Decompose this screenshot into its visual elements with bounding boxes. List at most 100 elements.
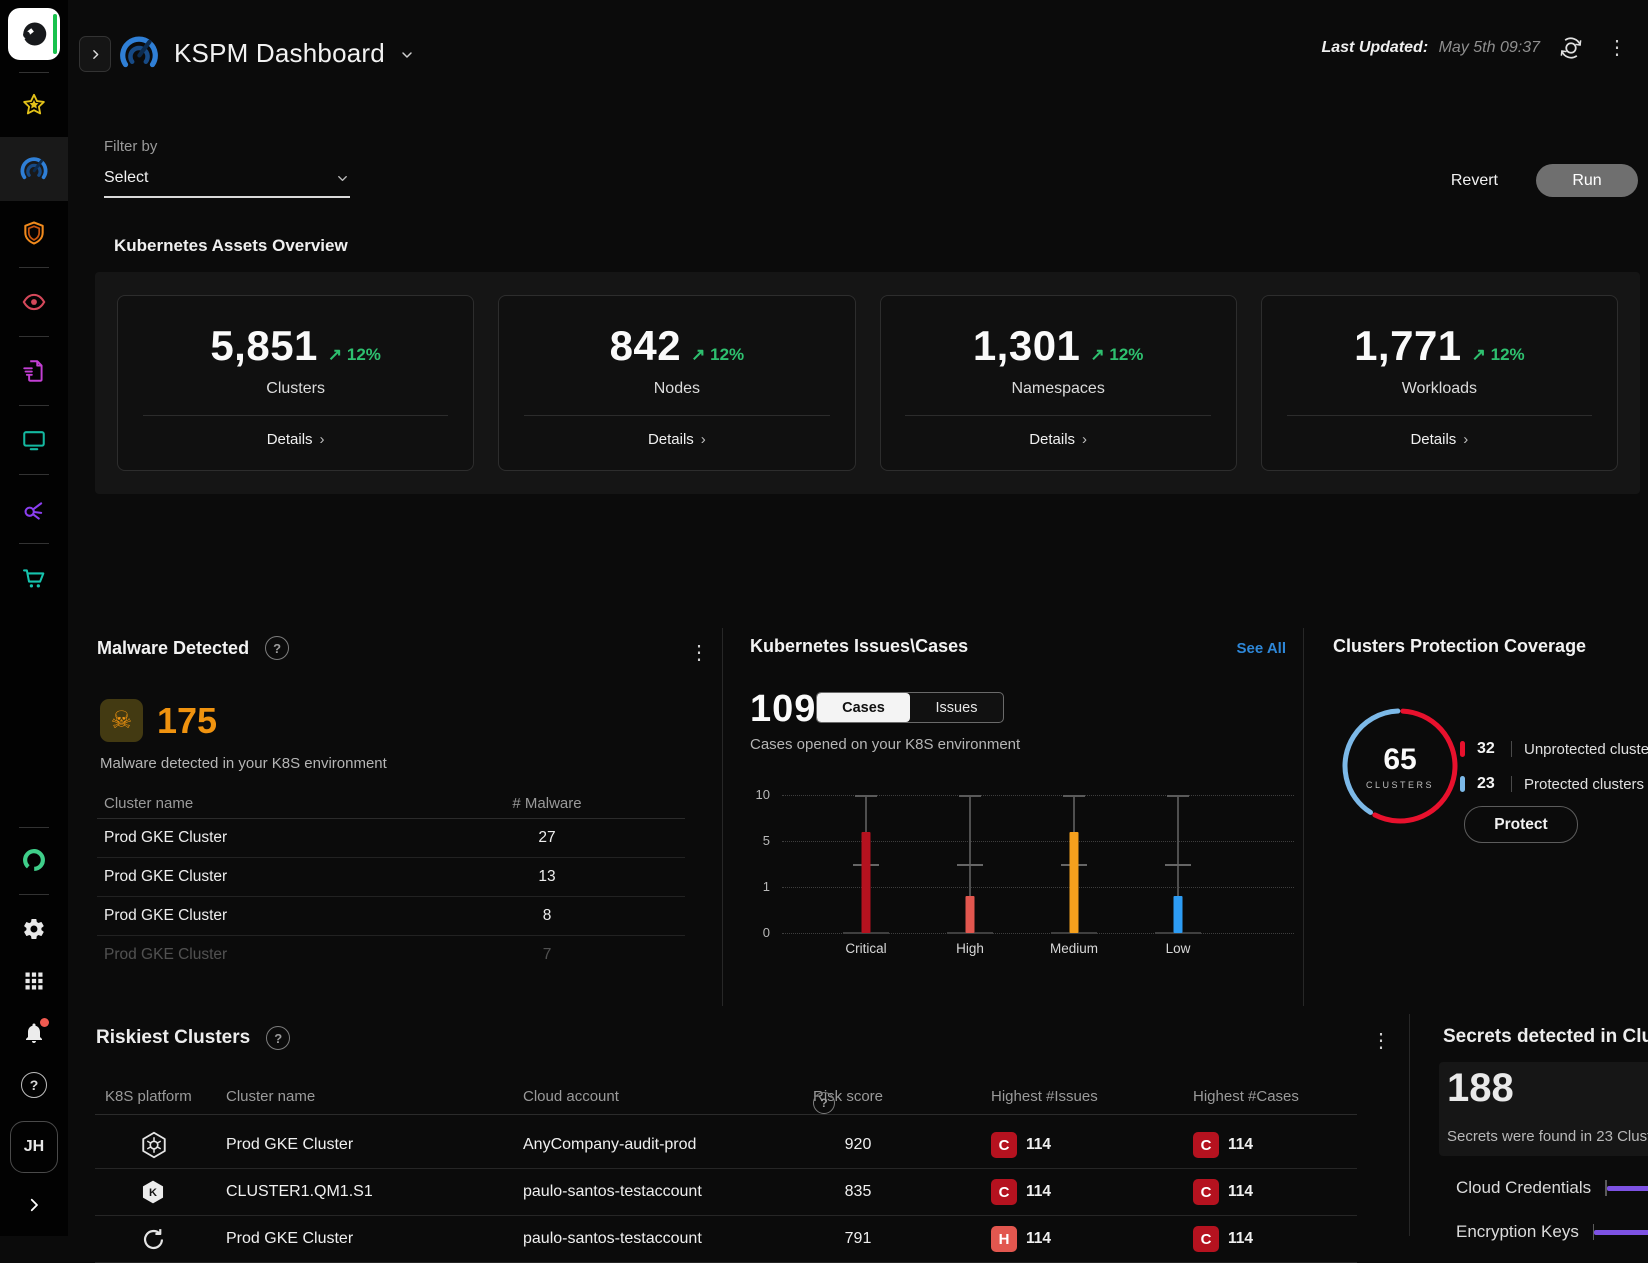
x-axis-label: Medium — [1050, 941, 1098, 956]
severity-bar-low[interactable] — [1174, 896, 1183, 933]
revert-button[interactable]: Revert — [1451, 172, 1498, 190]
platform-openshift-icon — [139, 1216, 168, 1262]
tab-issues[interactable]: Issues — [910, 693, 1003, 722]
brand-mark-icon — [18, 18, 50, 50]
sidebar-item-marketplace[interactable] — [11, 557, 57, 599]
riskiest-table-row[interactable]: Prod GKE Clusterpaulo-santos-testaccount… — [95, 1216, 1357, 1263]
dashboard-breadcrumb[interactable]: KSPM Dashboard — [118, 30, 415, 76]
severity-chart: 01510CriticalHighMediumLow — [782, 795, 1294, 933]
panel-collapse-button[interactable] — [79, 36, 111, 72]
malware-menu-button[interactable] — [684, 638, 714, 668]
column-header-6: Highest #Cases — [1193, 1088, 1299, 1105]
malware-table-row[interactable]: Prod GKE Cluster7 — [97, 936, 685, 974]
severity-bar-critical[interactable] — [862, 832, 871, 933]
sidebar-divider — [19, 827, 49, 828]
y-axis-tick: 1 — [734, 879, 770, 894]
protect-button[interactable]: Protect — [1464, 806, 1578, 843]
malware-table-row[interactable]: Prod GKE Cluster8 — [97, 897, 685, 936]
whisker-max-cap — [959, 795, 981, 797]
highest-issues-cell: H114 — [991, 1216, 1051, 1262]
run-button[interactable]: Run — [1536, 164, 1638, 197]
sidebar-item-settings[interactable] — [11, 908, 57, 950]
malware-table-row[interactable]: Prod GKE Cluster27 — [97, 819, 685, 858]
tab-cases[interactable]: Cases — [817, 693, 910, 722]
cluster-name-cell: CLUSTER1.QM1.S1 — [226, 1169, 373, 1215]
issues-subtitle: Cases opened on your K8S environment — [750, 736, 1020, 753]
sidebar-item-visibility[interactable] — [11, 281, 57, 323]
malware-count-cell: 13 — [467, 868, 627, 886]
kebab-menu-icon — [1371, 1031, 1391, 1051]
x-axis-label: Low — [1166, 941, 1191, 956]
riskiest-menu-button[interactable] — [1366, 1026, 1396, 1056]
sidebar-item-protection[interactable] — [11, 212, 57, 254]
sidebar-item-apps[interactable] — [11, 960, 57, 1002]
sidebar-divider — [19, 72, 49, 73]
last-updated-label: Last Updated: — [1321, 39, 1428, 56]
cluster-name-cell: Prod GKE Cluster — [97, 907, 467, 925]
protection-icon — [21, 220, 47, 246]
sidebar-item-notifications[interactable] — [11, 1012, 57, 1054]
cluster-name-cell: Prod GKE Cluster — [97, 946, 467, 964]
asset-label: Nodes — [654, 380, 700, 398]
refresh-button[interactable] — [1556, 33, 1586, 63]
svg-text:K: K — [149, 1187, 157, 1199]
platform-gke-icon — [139, 1122, 169, 1168]
severity-bar-high[interactable] — [966, 896, 975, 933]
sidebar-item-endpoints[interactable] — [11, 419, 57, 461]
details-link[interactable]: Details› — [1029, 431, 1087, 448]
severity-badge: C — [1193, 1226, 1219, 1252]
whisker-mid-tick — [957, 864, 983, 866]
cloud-account-cell: paulo-santos-testaccount — [523, 1169, 702, 1215]
severity-bar-medium[interactable] — [1070, 832, 1079, 933]
panel-divider — [722, 628, 723, 1006]
sidebar-expand-button[interactable] — [11, 1184, 57, 1226]
help-icon[interactable] — [266, 1026, 290, 1050]
secret-type-row[interactable]: Encryption Keys — [1456, 1222, 1648, 1242]
column-header-3: Cloud account — [523, 1088, 619, 1105]
asset-card-workloads: 1,771↗ 12%WorkloadsDetails› — [1261, 295, 1618, 471]
status-ring-icon — [20, 846, 48, 874]
sidebar-divider — [19, 405, 49, 406]
secrets-count: 188 — [1447, 1066, 1514, 1111]
column-header-1: K8S platform — [105, 1088, 192, 1105]
severity-badge: C — [991, 1132, 1017, 1158]
app-logo[interactable] — [8, 8, 60, 60]
dashboard-icon — [19, 154, 49, 184]
sidebar-item-reports[interactable] — [11, 350, 57, 392]
sidebar-divider — [19, 336, 49, 337]
riskiest-table-header: K8S platformCluster nameCloud accountRis… — [95, 1084, 1357, 1114]
riskiest-table-row[interactable]: Prod GKE ClusterAnyCompany-audit-prod920… — [95, 1122, 1357, 1169]
chevron-down-icon[interactable] — [399, 47, 415, 63]
trend-up-icon: ↗ — [328, 345, 342, 364]
page-title: KSPM Dashboard — [174, 38, 385, 69]
details-link[interactable]: Details› — [267, 431, 325, 448]
highest-cases-cell: C114 — [1193, 1216, 1253, 1262]
riskiest-table-row[interactable]: K CLUSTER1.QM1.S1 paulo-santos-testaccount… — [95, 1169, 1357, 1216]
filter-select[interactable]: Select — [104, 160, 350, 198]
sidebar-item-favorites[interactable] — [11, 84, 57, 126]
help-icon[interactable] — [265, 636, 289, 660]
severity-badge: C — [991, 1179, 1017, 1205]
sidebar-item-status-ring[interactable] — [11, 839, 57, 881]
more-options-button[interactable] — [1602, 33, 1632, 63]
sidebar-item-dashboard[interactable] — [0, 137, 68, 201]
asset-card-namespaces: 1,301↗ 12%NamespacesDetails› — [880, 295, 1237, 471]
asset-label: Clusters — [266, 380, 325, 398]
sidebar-item-connections[interactable] — [11, 488, 57, 530]
trend-up-icon: ↗ — [691, 345, 705, 364]
details-link[interactable]: Details› — [648, 431, 706, 448]
malware-table-row[interactable]: Prod GKE Cluster13 — [97, 858, 685, 897]
sync-icon — [1558, 35, 1584, 61]
card-divider — [1287, 415, 1593, 416]
sidebar-item-help[interactable]: ? — [11, 1064, 57, 1106]
card-divider — [905, 415, 1211, 416]
see-all-link[interactable]: See All — [1228, 640, 1286, 657]
trend-up-icon: ↗ — [1090, 345, 1104, 364]
user-avatar[interactable]: JH — [10, 1121, 58, 1173]
help-icon[interactable] — [813, 1092, 835, 1114]
secret-type-row[interactable]: Cloud Credentials — [1456, 1178, 1648, 1198]
riskiest-clusters-title: Riskiest Clusters — [96, 1027, 250, 1049]
chevron-right-icon: › — [1082, 431, 1087, 448]
legend-value: 23 — [1477, 775, 1511, 793]
details-link[interactable]: Details› — [1410, 431, 1468, 448]
